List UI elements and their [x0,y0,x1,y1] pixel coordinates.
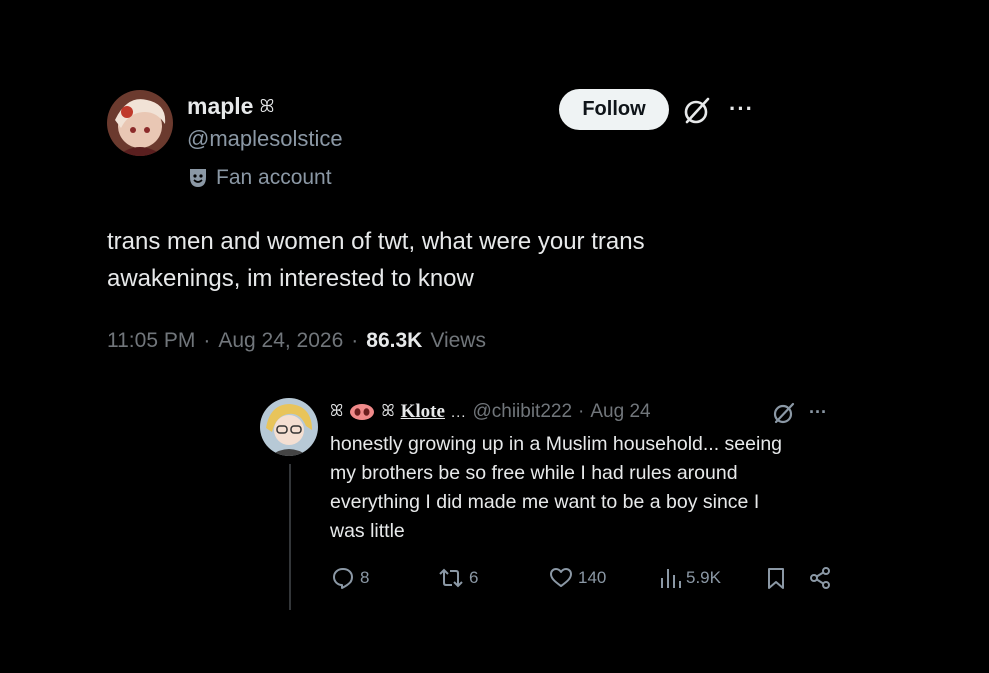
heart-icon [549,566,573,590]
reply-handle[interactable]: @chiibit222 [472,401,572,423]
views-count: 5.9K [686,568,721,587]
author-name-emoji: ꕤ [259,96,275,116]
reply-date[interactable]: Aug 24 [590,401,650,423]
reply-count: 8 [360,568,370,587]
retweet-count: 6 [469,568,479,587]
reply-action-like[interactable]: 140 [549,566,606,590]
tweet-time[interactable]: 11:05 PM [107,329,195,353]
fan-account-badge: Fan account [188,166,332,190]
thread-line [289,464,291,610]
reply-name-dots: ... [450,403,467,421]
theater-mask-icon [188,167,208,189]
grok-icon[interactable] [682,96,712,126]
author-name-row[interactable]: maple ꕤ [187,93,274,120]
like-count: 140 [578,568,607,587]
pig-nose-icon [349,403,375,421]
comment-icon [331,566,355,590]
reply-text: honestly growing up in a Muslim househol… [330,430,850,546]
analytics-bars-icon [659,566,681,590]
reply-text-line: my brothers be so free while I had rules… [330,462,738,484]
reply-name[interactable]: Klote [401,401,445,423]
reply-more-button[interactable]: ··· [809,402,827,423]
badge-label: Fan account [216,166,332,189]
separator: · [578,401,585,422]
views-label: Views [430,329,486,352]
share-icon[interactable] [808,566,832,590]
author-name[interactable]: maple [187,93,253,120]
reply-action-views[interactable]: 5.9K [659,566,721,590]
reply-action-comment[interactable]: 8 [331,566,369,590]
tweet-text-line: trans men and women of twt, what were yo… [107,228,645,255]
reply-name-prefix: ꕤ [330,403,344,420]
views-count: 86.3K [366,329,423,352]
reply-name-suffix: ꕤ [381,403,395,420]
reply-avatar[interactable] [260,398,318,456]
retweet-icon [438,566,464,590]
author-handle[interactable]: @maplesolstice [187,126,343,152]
separator: · [203,329,211,352]
tweet-text-line: awakenings, im interested to know [107,265,474,292]
reply-header: ꕤ ꕤ Klote ... @chiibit222 · Aug 24 [330,401,651,423]
tweet-date[interactable]: Aug 24, 2026 [218,329,343,353]
tweet-text: trans men and women of twt, what were yo… [107,223,827,297]
reply-text-line: honestly growing up in a Muslim househol… [330,433,783,455]
separator: · [351,329,359,352]
author-avatar[interactable] [107,90,173,156]
reply-text-line: was little [330,520,405,542]
reply-text-line: everything I did made me want to be a bo… [330,491,760,513]
follow-button[interactable]: Follow [559,89,669,130]
more-options-button[interactable]: ··· [729,96,754,122]
reply-action-retweet[interactable]: 6 [438,566,478,590]
tweet-meta: 11:05 PM · Aug 24, 2026 · 86.3K Views [107,329,486,353]
bookmark-icon[interactable] [765,566,787,590]
reply-grok-icon[interactable] [772,401,796,425]
